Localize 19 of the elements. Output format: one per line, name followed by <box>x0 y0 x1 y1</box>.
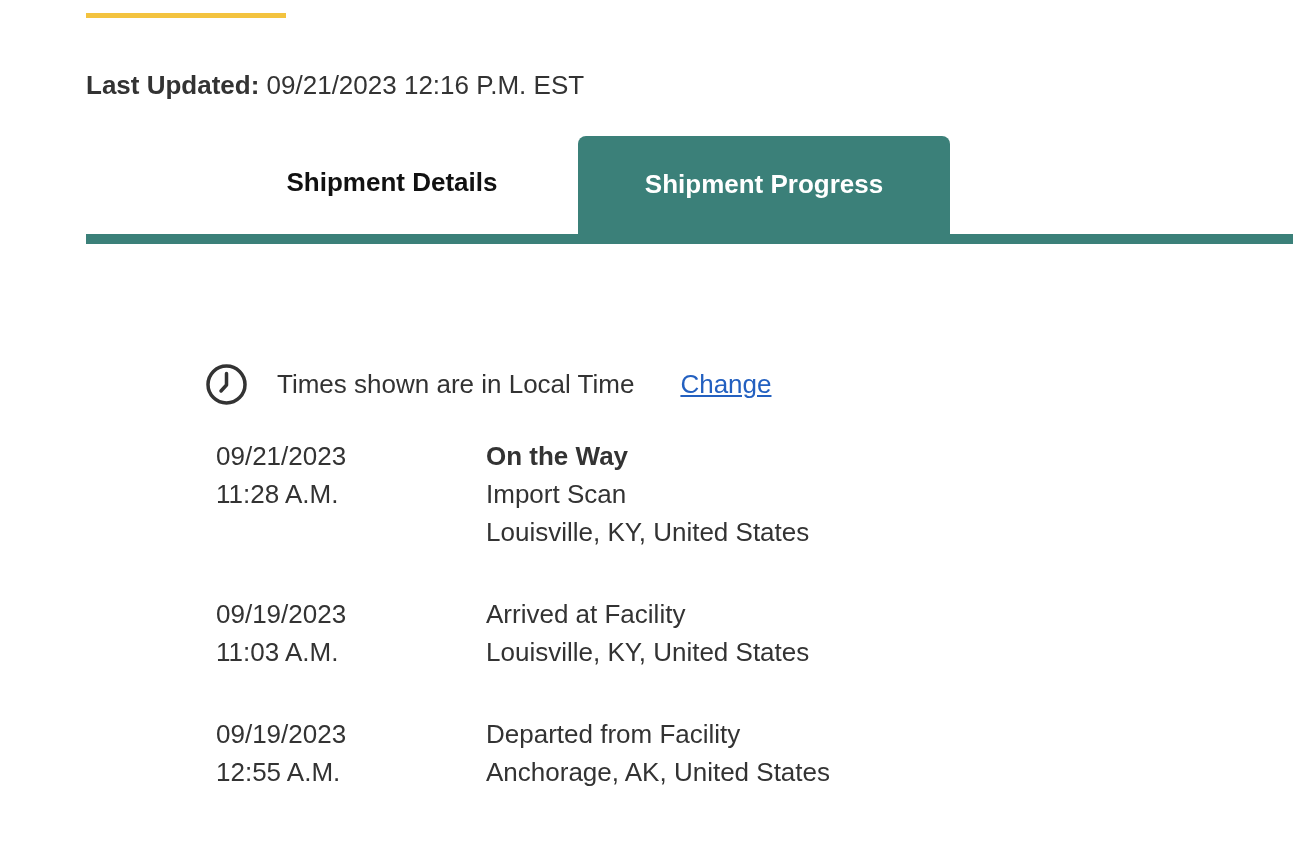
event-date: 09/19/2023 <box>216 718 347 751</box>
event-location: Anchorage, AK, United States <box>486 756 830 789</box>
time-zone-notice: Times shown are in Local Time <box>277 368 635 400</box>
event-time: 11:28 A.M. <box>216 478 339 511</box>
tab[interactable]: Shipment Progress <box>578 136 950 234</box>
event-activity: Arrived at Facility <box>486 598 686 631</box>
clock-icon <box>206 363 247 405</box>
change-link[interactable]: Change <box>680 368 772 400</box>
tab[interactable]: Shipment Details <box>206 136 578 234</box>
event-status: On the Way <box>486 440 629 473</box>
last-updated-text: Last Updated: 09/21/2023 12:16 P.M. EST <box>86 70 585 100</box>
event-location: Louisville, KY, United States <box>486 516 810 549</box>
event-activity: Import Scan <box>486 478 627 511</box>
event-location: Louisville, KY, United States <box>486 636 810 669</box>
event-time: 12:55 A.M. <box>216 756 341 789</box>
event-activity: Departed from Facility <box>486 718 741 751</box>
event-time: 11:03 A.M. <box>216 636 339 669</box>
event-date: 09/21/2023 <box>216 440 347 473</box>
event-date: 09/19/2023 <box>216 598 347 631</box>
